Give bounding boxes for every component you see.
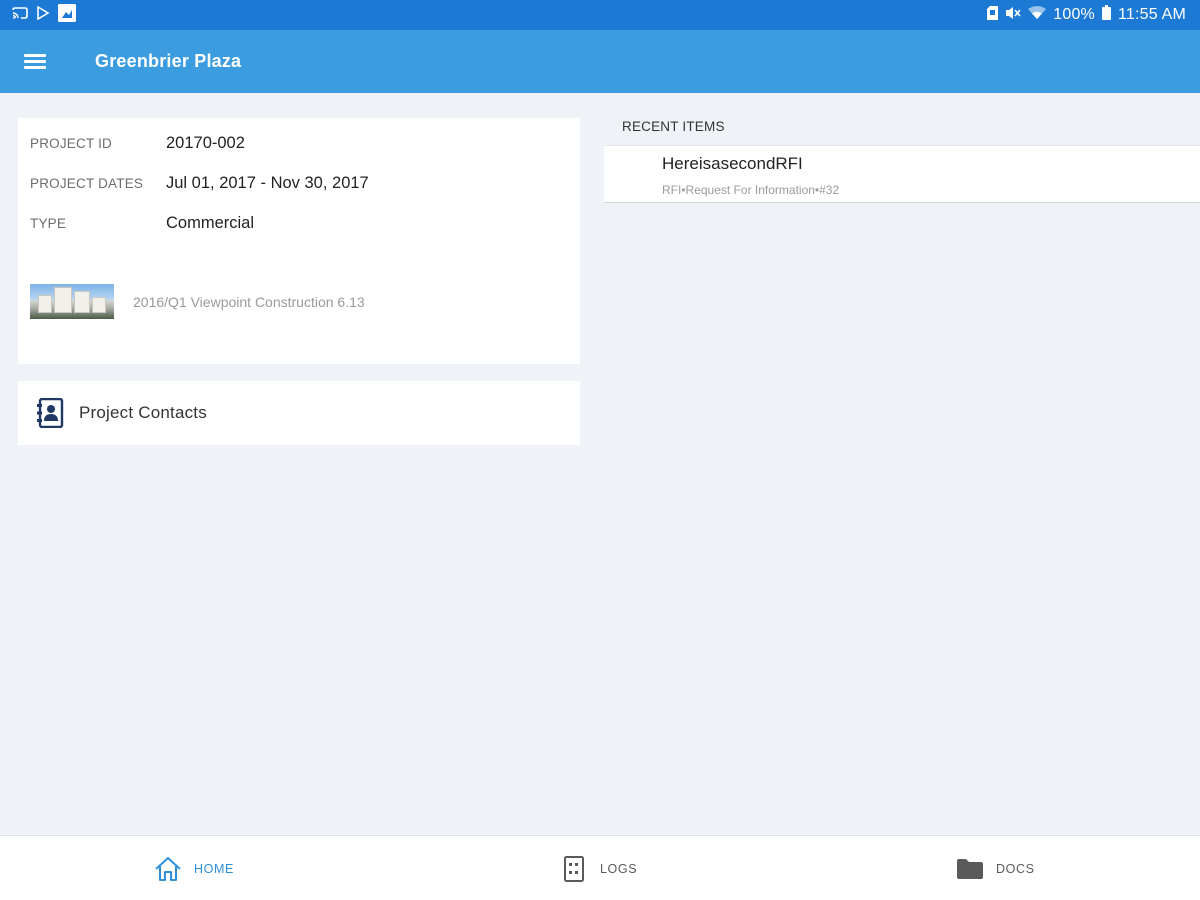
gallery-icon (58, 3, 76, 27)
cast-icon (12, 6, 28, 25)
sd-card-icon (987, 5, 999, 25)
project-type-value: Commercial (166, 214, 255, 232)
battery-percentage: 100% (1053, 6, 1095, 23)
page-title: Greenbrier Plaza (95, 51, 242, 71)
project-contacts-button[interactable]: Project Contacts (18, 381, 580, 445)
mute-icon (1005, 6, 1021, 25)
project-type-row: TYPE Commercial (30, 214, 254, 233)
wifi-icon (1028, 5, 1047, 25)
nav-logs-tab[interactable]: LOGS (559, 836, 637, 900)
app-bar: Greenbrier Plaza (0, 30, 1200, 93)
project-dates-label: PROJECT DATES (30, 176, 144, 191)
project-dates-value: Jul 01, 2017 - Nov 30, 2017 (166, 174, 369, 192)
menu-button[interactable] (0, 30, 70, 93)
recent-item-title: HereisasecondRFI (662, 154, 803, 173)
nav-home-tab[interactable]: HOME (153, 836, 234, 900)
project-photo-thumbnail[interactable] (30, 284, 114, 319)
project-id-label: PROJECT ID (30, 136, 113, 151)
status-bar-right: 100% 11:55 AM (987, 5, 1186, 25)
recent-items-header: RECENT ITEMS (622, 119, 725, 134)
battery-icon (1101, 5, 1111, 25)
project-contacts-label: Project Contacts (79, 403, 207, 422)
status-time: 11:55 AM (1117, 6, 1186, 23)
project-id-row: PROJECT ID 20170-002 (30, 134, 245, 153)
nav-logs-label: LOGS (600, 861, 638, 876)
recent-item-subtitle: RFI•Request For Information•#32 (662, 183, 840, 197)
project-type-label: TYPE (30, 216, 67, 231)
bottom-navigation: HOME LOGS DOCS (0, 835, 1200, 900)
status-bar-left (12, 3, 76, 27)
contacts-book-icon (35, 398, 65, 428)
hamburger-menu-icon (24, 51, 46, 72)
recent-item[interactable]: HereisasecondRFI RFI•Request For Informa… (604, 145, 1200, 203)
status-bar: 100% 11:55 AM (0, 0, 1200, 30)
project-dates-row: PROJECT DATES Jul 01, 2017 - Nov 30, 201… (30, 174, 369, 193)
nav-home-label: HOME (194, 861, 234, 876)
nav-docs-tab[interactable]: DOCS (955, 836, 1035, 900)
project-photo-caption: 2016/Q1 Viewpoint Construction 6.13 (133, 293, 365, 310)
logs-icon (559, 854, 589, 884)
project-id-value: 20170-002 (166, 134, 245, 152)
project-info-card: PROJECT ID 20170-002 PROJECT DATES Jul 0… (18, 118, 580, 364)
home-icon (153, 854, 183, 884)
project-photo-row[interactable]: 2016/Q1 Viewpoint Construction 6.13 (30, 284, 365, 319)
nav-docs-label: DOCS (996, 861, 1035, 876)
folder-icon (955, 854, 985, 884)
play-icon (36, 5, 50, 25)
